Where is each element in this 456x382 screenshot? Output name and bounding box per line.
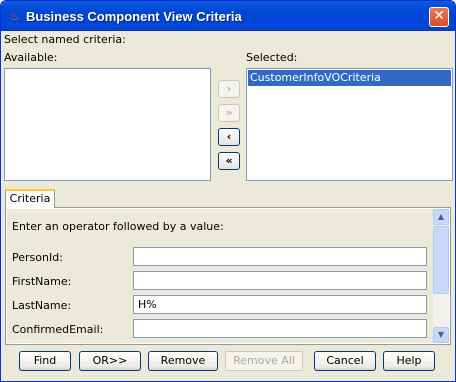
remove-button[interactable]: Remove xyxy=(148,351,218,371)
field-label-lastname: LastName: xyxy=(12,299,72,312)
lastname-field[interactable]: H% xyxy=(133,295,427,314)
tab-criteria[interactable]: Criteria xyxy=(5,189,55,208)
select-criteria-heading: Select named criteria: xyxy=(4,33,126,46)
selected-label: Selected: xyxy=(246,51,298,64)
help-button[interactable]: Help xyxy=(383,351,435,371)
criteria-scroll-area: Enter an operator followed by a value: P… xyxy=(7,209,433,343)
criteria-instruction: Enter an operator followed by a value: xyxy=(12,220,224,233)
title-bar[interactable]: ♨ Business Component View Criteria ✕ xyxy=(1,1,455,31)
selected-list[interactable]: CustomerInfoVOCriteria xyxy=(246,68,453,181)
available-list[interactable] xyxy=(4,68,211,181)
close-button[interactable]: ✕ xyxy=(429,7,449,27)
personid-field[interactable] xyxy=(133,247,427,266)
firstname-field[interactable] xyxy=(133,271,427,290)
confirmedemail-field[interactable] xyxy=(133,319,427,338)
add-all-button[interactable]: » xyxy=(218,104,240,122)
window-title: Business Component View Criteria xyxy=(26,9,242,24)
java-icon: ♨ xyxy=(9,9,20,23)
scroll-down-icon[interactable]: ▼ xyxy=(433,327,449,343)
double-chevron-left-icon: « xyxy=(225,154,233,167)
dialog-window: ♨ Business Component View Criteria ✕ Sel… xyxy=(0,0,456,382)
scroll-up-icon[interactable]: ▲ xyxy=(433,209,449,225)
or-button[interactable]: OR>> xyxy=(79,351,141,371)
available-label: Available: xyxy=(4,51,58,64)
field-label-firstname: FirstName: xyxy=(12,275,72,288)
vertical-scrollbar[interactable]: ▲ ▼ xyxy=(433,209,449,343)
remove-all-button[interactable]: Remove All xyxy=(225,351,303,371)
find-button[interactable]: Find xyxy=(19,351,71,371)
field-label-confirmedemail: ConfirmedEmail: xyxy=(12,323,104,336)
field-label-personid: PersonId: xyxy=(12,251,63,264)
cancel-button[interactable]: Cancel xyxy=(314,351,376,371)
double-chevron-right-icon: » xyxy=(225,106,233,119)
close-icon: ✕ xyxy=(433,8,445,24)
list-item[interactable]: CustomerInfoVOCriteria xyxy=(248,70,451,86)
chevron-right-icon: › xyxy=(226,82,232,95)
remove-selected-button[interactable]: ‹ xyxy=(218,128,240,146)
add-button[interactable]: › xyxy=(218,80,240,98)
chevron-left-icon: ‹ xyxy=(226,130,232,143)
remove-all-selected-button[interactable]: « xyxy=(218,152,240,170)
scroll-thumb[interactable] xyxy=(433,226,449,294)
